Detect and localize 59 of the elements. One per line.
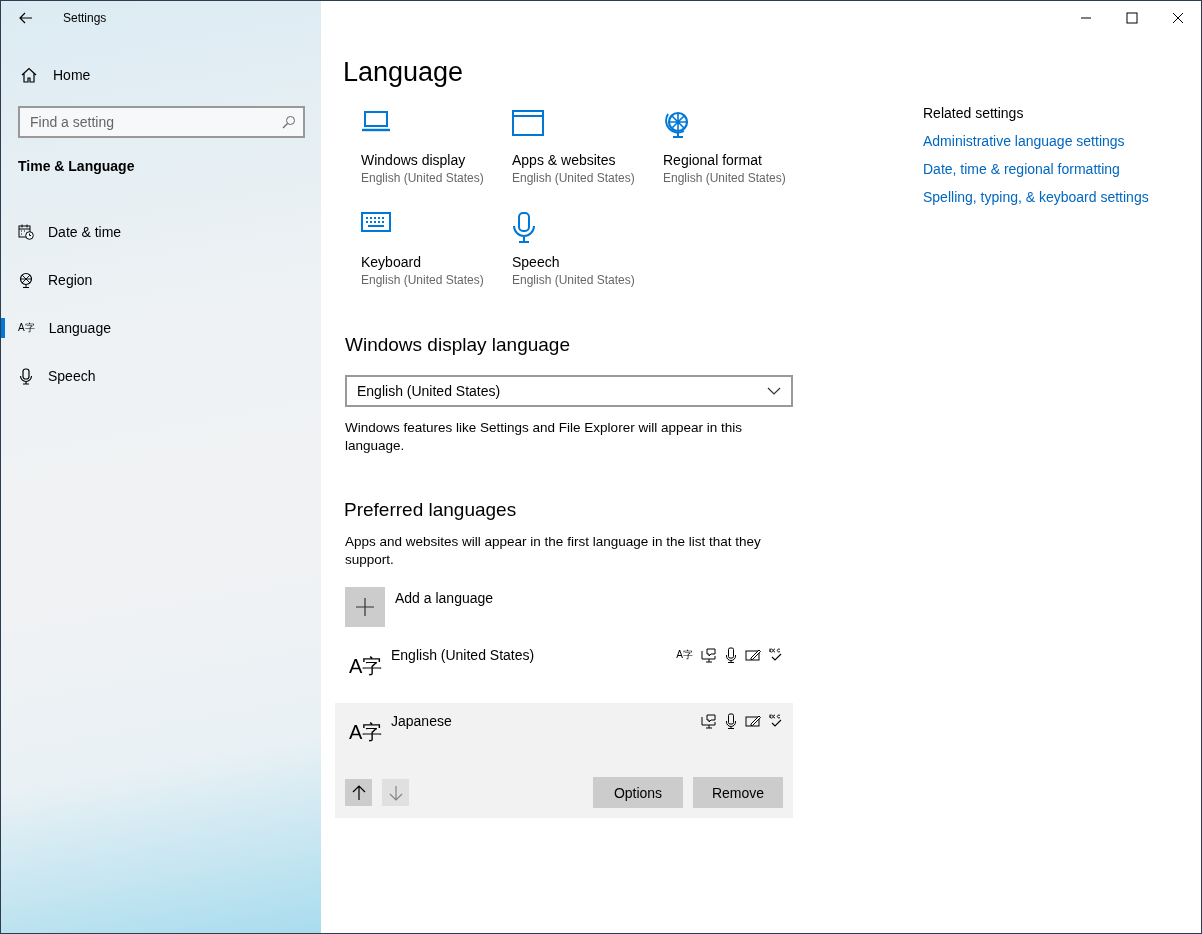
search-icon [282, 115, 296, 129]
plus-icon [356, 598, 374, 616]
language-tile[interactable]: Regional format English (United States) [663, 110, 814, 202]
options-button[interactable]: Options [593, 777, 683, 808]
language-tile[interactable]: Apps & websites English (United States) [512, 110, 663, 202]
spell-check-icon [769, 713, 783, 729]
sidebar-item[interactable]: Region [1, 256, 321, 304]
description-text: Apps and websites will appear in the first language in the list that they support. [345, 533, 762, 569]
app-window-icon [512, 110, 544, 136]
sidebar-item[interactable]: A字 Language [1, 304, 321, 352]
home-icon [21, 67, 37, 83]
add-language-link[interactable]: Add a language [395, 590, 494, 606]
language-tile[interactable]: Keyboard English (United States) [361, 212, 512, 304]
settings-link[interactable]: Date, time & regional formatting [923, 161, 1149, 177]
microphone-icon [725, 713, 737, 729]
settings-link[interactable]: Spelling, typing, & keyboard settings [923, 189, 1149, 205]
spell-check-icon [769, 647, 783, 663]
language-tile[interactable]: Windows display English (United States) [361, 110, 512, 202]
section-heading: Time & Language [18, 158, 136, 174]
settings-link[interactable]: Administrative language settings [923, 133, 1149, 149]
language-icon: A字 [676, 648, 693, 662]
sidebar-item[interactable]: Speech [1, 352, 321, 400]
language-icon: A字 [349, 647, 391, 680]
add-language-button[interactable] [345, 587, 385, 627]
language-tile[interactable]: Speech English (United States) [512, 212, 663, 304]
home-nav-item[interactable]: Home [1, 59, 321, 91]
language-item[interactable]: A字 English (United States) A字 [335, 637, 793, 701]
pen-pad-icon [745, 714, 761, 728]
chevron-down-icon [767, 387, 781, 395]
microphone-icon [725, 647, 737, 663]
search-field[interactable]: Find a setting [18, 106, 305, 138]
laptop-icon [361, 110, 391, 132]
language-dropdown[interactable]: English (United States) [345, 375, 793, 407]
page-title: Language [343, 57, 465, 88]
monitor-speech-icon [701, 713, 717, 729]
up-arrow-icon [351, 784, 366, 801]
related-heading: Related settings [923, 105, 1025, 121]
language-icon: A字 [349, 713, 391, 746]
move-up-button[interactable] [345, 779, 372, 806]
globe-icon [663, 110, 691, 140]
sidebar-item[interactable]: Date & time [1, 208, 321, 256]
section-heading: Windows display language [345, 334, 571, 356]
monitor-speech-icon [701, 647, 717, 663]
description-text: Windows features like Settings and File Explorer will appear in this language. [345, 419, 743, 455]
back-arrow-icon [19, 12, 33, 24]
pen-pad-icon [745, 648, 761, 662]
microphone-icon [512, 212, 536, 244]
microphone-icon [18, 367, 34, 385]
language-icon: A字 [18, 321, 35, 335]
remove-button[interactable]: Remove [693, 777, 783, 808]
language-item[interactable]: A字 Japanese Options Remove [335, 703, 793, 818]
calendar-clock-icon [18, 224, 34, 240]
maximize-icon [1126, 12, 1138, 24]
section-heading: Preferred languages [344, 499, 518, 521]
globe-icon [18, 272, 34, 288]
window-title: Settings [63, 11, 107, 25]
keyboard-icon [361, 212, 391, 232]
close-icon [1172, 12, 1184, 24]
down-arrow-icon [388, 784, 403, 801]
